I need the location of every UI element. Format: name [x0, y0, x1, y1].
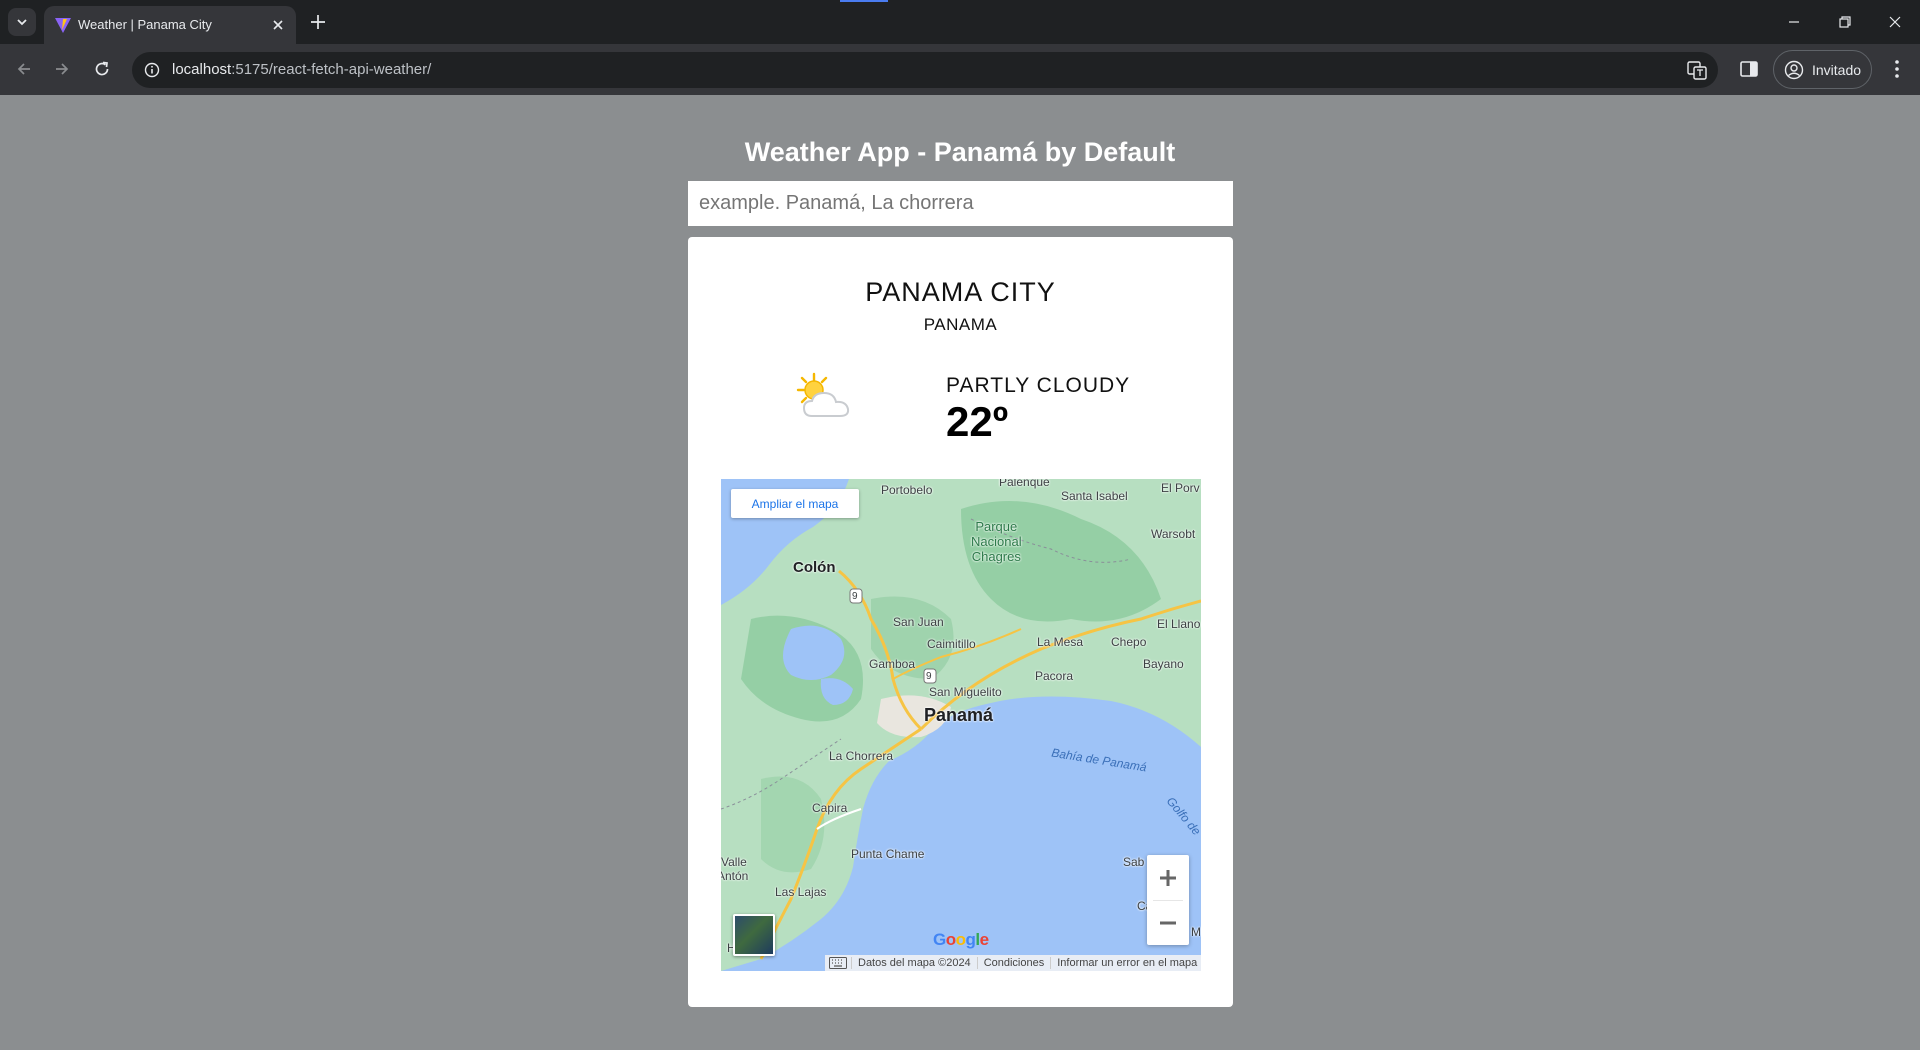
map-place-label: El Porv: [1161, 481, 1200, 495]
country-name: PANAMA: [923, 315, 998, 334]
map-place-label: La Mesa: [1037, 635, 1084, 649]
new-tab-icon[interactable]: [308, 12, 328, 32]
map-place-label: Bayano: [1143, 657, 1184, 671]
map-place-label: Chepo: [1111, 635, 1147, 649]
page-title: Weather App - Panamá by Default: [744, 137, 1176, 167]
tab-title: Weather | Panama City: [78, 17, 212, 32]
tab-active[interactable]: Weather | Panama City: [44, 6, 296, 44]
more-menu-icon[interactable]: [1886, 58, 1908, 80]
temperature: 22º: [946, 398, 1009, 445]
address-bar[interactable]: localhost:5175/react-fetch-api-weather/: [132, 52, 1718, 88]
reload-button[interactable]: [90, 57, 114, 81]
route-shield-label: 9: [852, 591, 858, 602]
close-window-button[interactable]: [1883, 10, 1907, 34]
partly-cloudy-icon: [796, 372, 850, 417]
back-button[interactable]: [12, 57, 36, 81]
profile-avatar-icon: [1784, 60, 1804, 80]
restore-icon: [1839, 16, 1851, 28]
side-panel-icon[interactable]: [1738, 58, 1760, 80]
map-place-label: Gamboa: [869, 657, 916, 671]
map-city-label: Panamá: [924, 705, 994, 725]
map-place-label: Pacora: [1035, 669, 1074, 683]
zoom-out-button[interactable]: [1147, 900, 1189, 945]
profile-label: Invitado: [1812, 62, 1862, 78]
weather-card: PANAMA CITY PANAMA PARTLY CLOUDY 22º Por…: [688, 237, 1233, 1007]
weather-condition: PARTLY CLOUDY: [946, 374, 1131, 397]
tab-search-button[interactable]: [8, 8, 36, 36]
map-place-label: Colón: [793, 559, 836, 576]
map-place-label: Capira: [812, 801, 848, 815]
plus-icon: [1160, 869, 1176, 886]
map-place-label: Sab: [1123, 855, 1145, 869]
info-icon: [144, 62, 160, 78]
map-place-label: Palenque: [999, 479, 1050, 489]
close-tab-icon[interactable]: [270, 17, 286, 33]
map-park-label: Parque Nacional Chagres: [971, 519, 1022, 564]
map-place-label: La Chorrera: [829, 749, 894, 763]
map-terms-link[interactable]: Condiciones: [976, 957, 1051, 969]
google-logo: Google: [933, 930, 989, 949]
url-host: localhost: [172, 61, 232, 78]
url-text: localhost:5175/react-fetch-api-weather/: [172, 61, 431, 78]
map-place-label: San Juan: [893, 615, 944, 629]
satellite-layer-toggle[interactable]: [733, 914, 775, 956]
profile-button[interactable]: Invitado: [1773, 50, 1872, 89]
google-map-embed[interactable]: Portobelo Palenque Santa Isabel El Porv …: [721, 479, 1201, 971]
map-place-label: El Llano: [1157, 617, 1201, 631]
zoom-controls: [1147, 855, 1189, 945]
forward-button[interactable]: [50, 57, 74, 81]
reload-icon: [95, 61, 109, 76]
url-path: :5175/react-fetch-api-weather/: [231, 61, 432, 78]
city-name: PANAMA CITY: [865, 277, 1056, 307]
map-place-label: Valle: [721, 855, 747, 869]
keyboard-shortcuts-icon[interactable]: [829, 957, 847, 969]
map-place-label: Santa Isabel: [1061, 489, 1128, 503]
map-place-label: Antón: [721, 869, 749, 883]
minimize-icon: [1789, 21, 1799, 23]
map-report-link[interactable]: Informar un error en el mapa: [1050, 957, 1201, 969]
zoom-in-button[interactable]: [1147, 855, 1189, 900]
arrow-right-icon: [56, 63, 69, 75]
close-icon: [1889, 16, 1901, 28]
vite-favicon-icon: [55, 18, 71, 33]
accent-line: [840, 0, 888, 2]
map-place-label: Warsobt: [1151, 527, 1196, 541]
route-shield-label: 9: [926, 671, 932, 682]
site-info-button[interactable]: [140, 58, 164, 82]
map-attribution-bar: Datos del mapa ©2024 Condiciones Informa…: [825, 955, 1201, 971]
translate-icon[interactable]: [1686, 59, 1708, 81]
map-place-label: Portobelo: [881, 483, 933, 497]
enlarge-map-button[interactable]: Ampliar el mapa: [731, 489, 859, 518]
map-data-credit: Datos del mapa ©2024: [851, 957, 977, 969]
browser-toolbar: localhost:5175/react-fetch-api-weather/ …: [0, 44, 1920, 95]
browser-tab-bar: Weather | Panama City: [0, 0, 1920, 44]
chevron-down-icon: [17, 19, 27, 26]
minus-icon: [1160, 921, 1176, 924]
map-place-label: San Miguelito: [929, 685, 1002, 699]
restore-button[interactable]: [1833, 10, 1857, 34]
minimize-button[interactable]: [1782, 10, 1806, 34]
map-place-label: M: [1191, 925, 1201, 939]
map-place-label: Las Lajas: [775, 885, 827, 899]
arrow-left-icon: [17, 63, 30, 75]
map-place-label: Caimitillo: [927, 637, 976, 651]
city-search-input[interactable]: [688, 181, 1233, 226]
map-place-label: Punta Chame: [851, 847, 925, 861]
